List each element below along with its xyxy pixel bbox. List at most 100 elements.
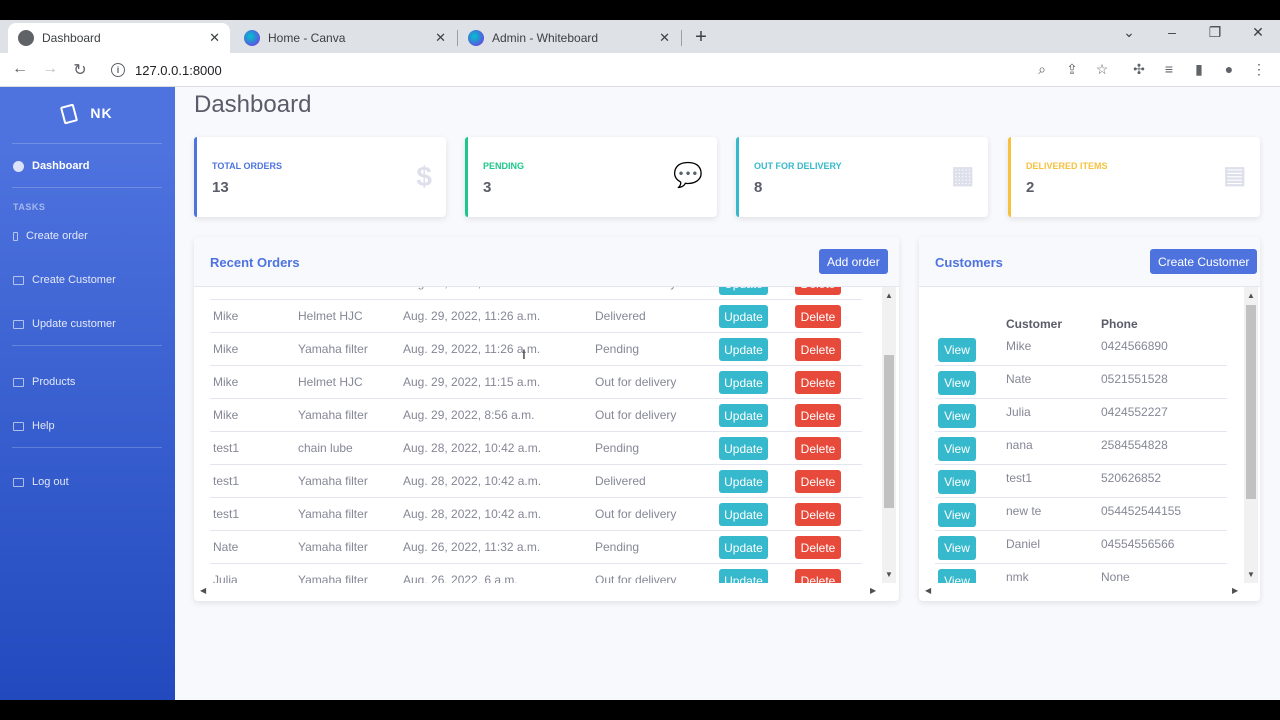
- view-button[interactable]: View: [938, 404, 976, 428]
- order-status: Out for delivery: [595, 507, 677, 521]
- site-info-icon[interactable]: i: [111, 63, 125, 77]
- scroll-right-icon[interactable]: ▶: [870, 586, 876, 595]
- address-bar[interactable]: i 127.0.0.1:8000: [103, 57, 1123, 83]
- order-date: Aug. 28, 2022, 10:42 a.m.: [403, 474, 542, 488]
- table-row: View nana 2584554828: [935, 432, 1227, 465]
- order-product: Yamaha filter: [298, 342, 368, 356]
- customers-table[interactable]: Customer Phone View Mike 0424566890 View Nat…: [919, 287, 1244, 583]
- view-button[interactable]: View: [938, 470, 976, 494]
- customer-phone: 0424566890: [1101, 339, 1168, 353]
- reload-icon[interactable]: ↻: [70, 60, 90, 80]
- card-accent-bar: [736, 137, 739, 217]
- orders-vertical-scrollbar[interactable]: ▲ ▼: [882, 287, 896, 583]
- delete-button[interactable]: Delete: [795, 338, 841, 361]
- sidebar-item-update-customer[interactable]: Update customer: [13, 318, 116, 330]
- tab-dashboard[interactable]: Dashboard ✕: [8, 23, 230, 53]
- close-tab-icon[interactable]: ✕: [209, 30, 220, 46]
- card-label: TOTAL ORDERS: [212, 161, 283, 171]
- scrollbar-thumb[interactable]: [1246, 305, 1256, 499]
- extensions-icon[interactable]: ✣: [1129, 61, 1149, 78]
- customers-vertical-scrollbar[interactable]: ▲ ▼: [1244, 287, 1258, 583]
- view-button[interactable]: View: [938, 437, 976, 461]
- zoom-icon[interactable]: ⌕: [1032, 61, 1052, 78]
- new-tab-icon[interactable]: +: [690, 26, 712, 49]
- update-button[interactable]: Update: [719, 287, 768, 295]
- close-tab-icon[interactable]: ✕: [435, 30, 446, 46]
- sidebar-item-dashboard[interactable]: Dashboard: [13, 160, 89, 172]
- update-button[interactable]: Update: [719, 437, 768, 460]
- delete-button[interactable]: Delete: [795, 404, 841, 427]
- close-tab-icon[interactable]: ✕: [659, 30, 670, 46]
- update-button[interactable]: Update: [719, 503, 768, 526]
- customer-phone: 2584554828: [1101, 438, 1168, 452]
- scroll-left-icon[interactable]: ◀: [200, 586, 206, 595]
- sidebar-item-create-order[interactable]: Create order: [13, 230, 88, 242]
- scroll-left-icon[interactable]: ◀: [925, 586, 931, 595]
- profile-icon[interactable]: ●: [1219, 61, 1239, 77]
- update-button[interactable]: Update: [719, 338, 768, 361]
- side-panel-icon[interactable]: ▮: [1189, 61, 1209, 78]
- table-row: Mike Helmet HJC Aug. 29, 2022, 11:26 a.m. D…: [210, 300, 862, 333]
- tab-search-chevron-icon[interactable]: ⌄: [1117, 24, 1141, 41]
- tab-canva[interactable]: Home - Canva ✕: [234, 23, 456, 53]
- delete-button[interactable]: Delete: [795, 470, 841, 493]
- order-customer: Mike: [213, 375, 239, 389]
- orders-horizontal-scrollbar[interactable]: ◀ ▶: [194, 585, 882, 597]
- create-customer-button[interactable]: Create Customer: [1150, 249, 1258, 274]
- scroll-right-icon[interactable]: ▶: [1232, 586, 1238, 595]
- scrollbar-thumb[interactable]: [884, 355, 894, 508]
- update-button[interactable]: Update: [719, 470, 768, 493]
- minimize-icon[interactable]: –: [1160, 24, 1184, 40]
- tab-whiteboard[interactable]: Admin - Whiteboard ✕: [458, 23, 680, 53]
- view-button[interactable]: View: [938, 569, 976, 583]
- calendar-icon: ▦: [951, 162, 974, 189]
- reading-list-icon[interactable]: ≡: [1159, 61, 1179, 77]
- brand[interactable]: NK: [0, 103, 175, 125]
- delete-button[interactable]: Delete: [795, 536, 841, 559]
- menu-kebab-icon[interactable]: ⋮: [1249, 61, 1269, 78]
- update-button[interactable]: Update: [719, 536, 768, 559]
- sidebar-divider: [12, 447, 162, 448]
- update-button[interactable]: Update: [719, 569, 768, 583]
- delete-button[interactable]: Delete: [795, 305, 841, 328]
- view-button[interactable]: View: [938, 338, 976, 362]
- update-button[interactable]: Update: [719, 305, 768, 328]
- sidebar-item-help[interactable]: Help: [13, 420, 55, 432]
- delete-button[interactable]: Delete: [795, 569, 841, 583]
- sidebar-item-logout[interactable]: Log out: [13, 476, 69, 488]
- restore-icon[interactable]: ❐: [1203, 24, 1227, 41]
- view-button[interactable]: View: [938, 371, 976, 395]
- card-accent-bar: [1008, 137, 1011, 217]
- delete-button[interactable]: Delete: [795, 287, 841, 295]
- table-row: View nmk None: [935, 564, 1227, 583]
- delete-button[interactable]: Delete: [795, 503, 841, 526]
- delete-button[interactable]: Delete: [795, 437, 841, 460]
- column-header-customer: Customer: [1006, 317, 1063, 331]
- card-label: DELIVERED ITEMS: [1026, 161, 1108, 171]
- sidebar-item-create-customer[interactable]: Create Customer: [13, 274, 116, 286]
- card-out-for-delivery: OUT FOR DELIVERY 8 ▦: [736, 137, 988, 217]
- back-icon[interactable]: ←: [10, 60, 30, 78]
- view-button[interactable]: View: [938, 536, 976, 560]
- bookmark-star-icon[interactable]: ☆: [1092, 61, 1112, 78]
- order-date: Aug. 29, 2022, 11:15 a.m.: [403, 375, 541, 389]
- share-icon[interactable]: ⇪: [1062, 61, 1082, 78]
- add-order-button[interactable]: Add order: [819, 249, 888, 274]
- orders-table[interactable]: Mike Yamaha filter Aug. 29, 2022, 11:35 a.…: [194, 287, 882, 583]
- scroll-up-icon[interactable]: ▲: [885, 291, 893, 300]
- scroll-down-icon[interactable]: ▼: [1247, 570, 1255, 579]
- forward-icon[interactable]: →: [40, 60, 60, 78]
- scroll-down-icon[interactable]: ▼: [885, 570, 893, 579]
- order-product: Yamaha filter: [298, 474, 368, 488]
- scroll-up-icon[interactable]: ▲: [1247, 291, 1255, 300]
- sidebar-divider: [12, 143, 162, 144]
- order-product: Helmet HJC: [298, 375, 363, 389]
- sidebar-item-products[interactable]: Products: [13, 376, 75, 388]
- customers-horizontal-scrollbar[interactable]: ◀ ▶: [919, 585, 1244, 597]
- delete-button[interactable]: Delete: [795, 371, 841, 394]
- update-button[interactable]: Update: [719, 404, 768, 427]
- window-close-icon[interactable]: ✕: [1246, 24, 1270, 41]
- view-button[interactable]: View: [938, 503, 976, 527]
- update-button[interactable]: Update: [719, 371, 768, 394]
- order-status: Pending: [595, 342, 640, 356]
